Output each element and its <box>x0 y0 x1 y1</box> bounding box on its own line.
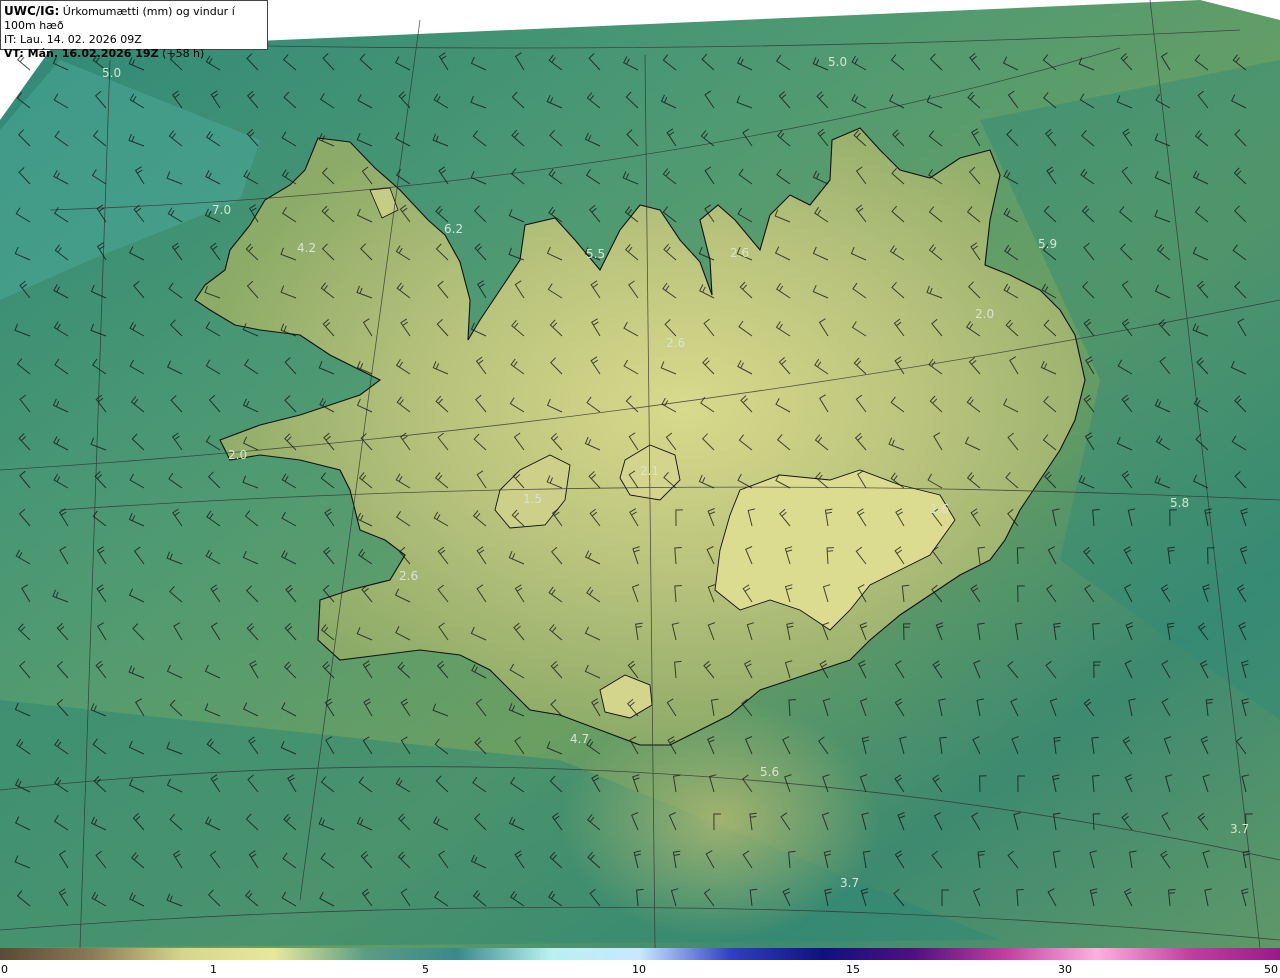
value-label: 5.5 <box>586 247 605 261</box>
value-label: 2.0 <box>228 448 247 462</box>
colorbar-tick: 50 <box>1264 963 1278 976</box>
value-label: 5.8 <box>1170 496 1189 510</box>
value-label: 1.5 <box>523 492 542 506</box>
product-title: UWC/IG: Úrkomumætti (mm) og vindur í 100… <box>4 4 267 33</box>
value-label: 6.2 <box>444 222 463 236</box>
value-label: 4.7 <box>570 732 589 746</box>
colorbar-tick: 10 <box>632 963 646 976</box>
value-label: 1.6 <box>930 502 949 516</box>
colorbar-tick: 5 <box>422 963 429 976</box>
value-label: 4.2 <box>297 241 316 255</box>
value-label: 5.0 <box>102 66 121 80</box>
value-label: 2.6 <box>666 336 685 350</box>
value-label: 2.6 <box>399 569 418 583</box>
colorbar-tick: 15 <box>846 963 860 976</box>
value-label: 2.1 <box>640 464 659 478</box>
colorbar: 0 1 5 10 15 30 50 <box>0 948 1280 978</box>
value-label: 3.7 <box>1230 822 1249 836</box>
valid-time: VT: Mán. 16.02.2026 19Z (+58 h) <box>4 47 267 61</box>
precipitation-wind-map: 5.0 5.0 7.0 4.2 6.2 5.5 2.6 5.9 2.6 2.0 … <box>0 0 1280 948</box>
value-label: 5.9 <box>1038 237 1057 251</box>
value-label: 7.0 <box>212 203 231 217</box>
value-label: 5.0 <box>828 55 847 69</box>
valid-time-lead: (+58 h) <box>158 47 205 60</box>
map-title-box: UWC/IG: Úrkomumætti (mm) og vindur í 100… <box>0 0 268 60</box>
value-label: 2.0 <box>975 307 994 321</box>
colorbar-gradient <box>0 948 1280 960</box>
colorbar-tick: 1 <box>210 963 217 976</box>
southeast-light-zone <box>560 700 880 940</box>
colorbar-tick: 30 <box>1058 963 1072 976</box>
value-label: 5.6 <box>760 765 779 779</box>
issue-time: IT: Lau. 14. 02. 2026 09Z <box>4 33 142 46</box>
product-code: UWC/IG: <box>4 4 60 18</box>
colorbar-tick: 0 <box>1 963 8 976</box>
value-label: 2.6 <box>730 246 749 260</box>
value-label: 3.7 <box>840 876 859 890</box>
valid-time-date: VT: Mán. 16.02.2026 19Z <box>4 47 159 60</box>
